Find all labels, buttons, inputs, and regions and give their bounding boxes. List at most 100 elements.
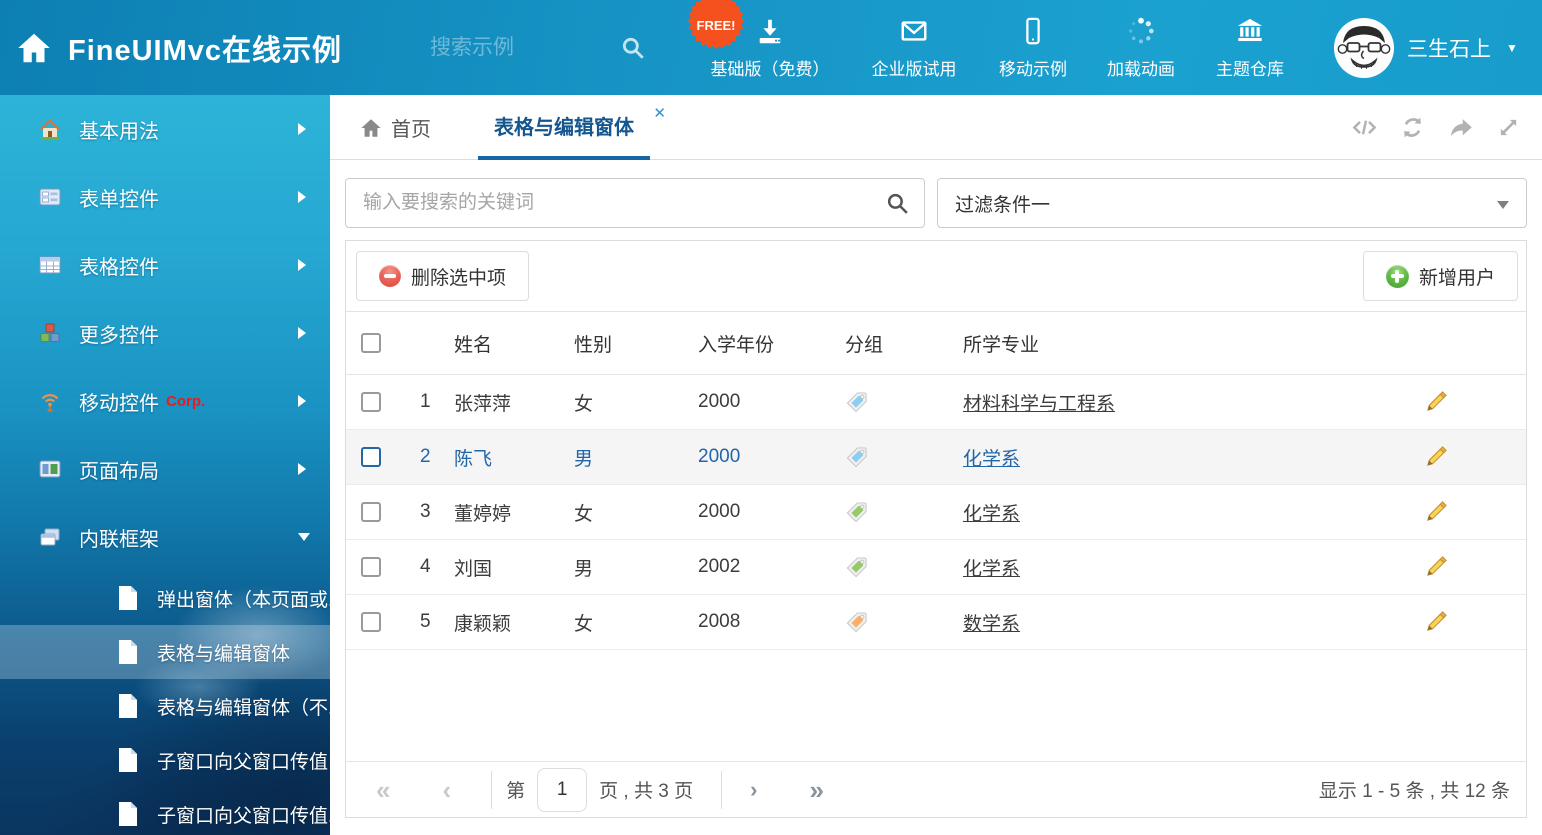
home-icon	[360, 117, 382, 139]
header-nav-theme-store[interactable]: 主题仓库	[1194, 15, 1306, 80]
delete-selected-button[interactable]: 删除选中项	[356, 251, 529, 301]
share-icon[interactable]	[1447, 114, 1474, 141]
tag-icon	[845, 446, 868, 469]
chevron-down-icon: ▼	[1506, 41, 1518, 55]
major-link[interactable]: 化学系	[963, 449, 1020, 470]
source-code-icon[interactable]	[1351, 114, 1378, 141]
expand-icon[interactable]	[1495, 114, 1522, 141]
refresh-icon[interactable]	[1399, 114, 1426, 141]
sidebar-item-basic-usage[interactable]: 基本用法	[0, 95, 330, 163]
bank-icon	[1234, 15, 1266, 47]
header-nav-mobile-demo[interactable]: 移动示例	[978, 15, 1088, 80]
edit-pencil-icon[interactable]	[1423, 609, 1449, 635]
sidebar-subitem-grid-edit-window[interactable]: 表格与编辑窗体	[0, 625, 330, 679]
row-checkbox[interactable]	[361, 502, 381, 522]
tab-bar: 首页 表格与编辑窗体 ✕	[330, 95, 1542, 160]
page-number-input[interactable]	[537, 768, 587, 812]
pagination-bar: « ‹ 第 页 , 共 3 页 › » 显示 1 - 5 条 , 共 12 条	[346, 761, 1526, 817]
antenna-icon	[38, 389, 62, 413]
row-checkbox[interactable]	[361, 447, 381, 467]
table-row[interactable]: 3 董婷婷 女 2000 化学系	[346, 485, 1526, 540]
sidebar-item-form-controls[interactable]: 表单控件	[0, 163, 330, 231]
cell-year: 2000	[686, 446, 836, 468]
sidebar-item-grid-controls[interactable]: 表格控件	[0, 231, 330, 299]
column-gender: 性别	[562, 330, 686, 357]
add-user-button[interactable]: 新增用户	[1363, 251, 1518, 301]
keyword-search-input[interactable]	[346, 179, 924, 227]
edit-pencil-icon[interactable]	[1423, 554, 1449, 580]
search-icon[interactable]	[620, 35, 646, 61]
table-icon	[38, 253, 62, 277]
keyword-search	[345, 178, 925, 228]
sidebar-item-page-layout[interactable]: 页面布局	[0, 435, 330, 503]
major-link[interactable]: 化学系	[963, 559, 1020, 580]
cell-year: 2008	[686, 611, 836, 633]
edit-pencil-icon[interactable]	[1423, 444, 1449, 470]
cell-name: 张萍萍	[442, 389, 562, 416]
sidebar: 基本用法 表单控件 表格控件 更多控件 移动控件 Corp. 页面布局	[0, 95, 330, 835]
header-nav-loading-animation[interactable]: 加载动画	[1088, 15, 1194, 80]
home-icon	[16, 30, 52, 66]
chevron-down-icon	[298, 533, 310, 541]
user-menu[interactable]: 三生石上 ▼	[1334, 0, 1518, 95]
tab-toolbar	[1351, 95, 1522, 160]
frames-icon	[38, 525, 62, 549]
first-page-button[interactable]: «	[376, 777, 390, 803]
prev-page-button[interactable]: ‹	[442, 777, 451, 803]
row-checkbox[interactable]	[361, 557, 381, 577]
tag-icon	[845, 611, 868, 634]
app-root: FineUIMvc在线示例 FREE! 基础版（免费）	[0, 0, 1542, 835]
corp-badge: Corp.	[166, 393, 205, 410]
divider	[721, 771, 722, 809]
sidebar-item-iframe[interactable]: 内联框架	[0, 503, 330, 571]
download-icon	[754, 15, 786, 47]
home-icon	[38, 117, 62, 141]
major-link[interactable]: 数学系	[963, 614, 1020, 635]
search-icon[interactable]	[885, 191, 910, 216]
sidebar-subitem-popup-window[interactable]: 弹出窗体（本页面或...	[0, 571, 330, 625]
edit-pencil-icon[interactable]	[1423, 389, 1449, 415]
page-prefix-label: 第	[506, 776, 525, 803]
sidebar-item-mobile-controls[interactable]: 移动控件 Corp.	[0, 367, 330, 435]
table-row[interactable]: 2 陈飞 男 2000 化学系	[346, 430, 1526, 485]
row-checkbox[interactable]	[361, 612, 381, 632]
sidebar-subitem-child-to-parent-2[interactable]: 子窗口向父窗口传值...	[0, 787, 330, 835]
select-all-checkbox[interactable]	[361, 333, 381, 353]
header-nav-enterprise-trial[interactable]: 企业版试用	[850, 15, 978, 80]
app-logo[interactable]: FineUIMvc在线示例	[16, 0, 342, 95]
record-summary: 显示 1 - 5 条 , 共 12 条	[1319, 776, 1510, 803]
page-count-label: 页 , 共 3 页	[599, 776, 693, 803]
header-search-input[interactable]	[430, 36, 580, 60]
mobile-icon	[1017, 15, 1049, 47]
file-icon	[118, 640, 138, 664]
sidebar-subitem-child-to-parent[interactable]: 子窗口向父窗口传值	[0, 733, 330, 787]
cell-gender: 男	[562, 444, 686, 471]
chevron-right-icon	[298, 259, 306, 271]
filter-dropdown[interactable]: 过滤条件一	[937, 178, 1527, 228]
cubes-icon	[38, 321, 62, 345]
edit-pencil-icon[interactable]	[1423, 499, 1449, 525]
major-link[interactable]: 化学系	[963, 504, 1020, 525]
sidebar-subitem-grid-edit-window-2[interactable]: 表格与编辑窗体（不...	[0, 679, 330, 733]
close-icon[interactable]: ✕	[653, 104, 666, 122]
filter-row: 过滤条件一	[345, 178, 1527, 228]
table-row[interactable]: 4 刘国 男 2002 化学系	[346, 540, 1526, 595]
table-row[interactable]: 5 康颖颖 女 2008 数学系	[346, 595, 1526, 650]
major-link[interactable]: 材料科学与工程系	[963, 394, 1115, 415]
table-row[interactable]: 1 张萍萍 女 2000 材料科学与工程系	[346, 375, 1526, 430]
plus-circle-icon	[1386, 265, 1409, 288]
tab-grid-edit-window[interactable]: 表格与编辑窗体 ✕	[478, 95, 650, 160]
cell-year: 2002	[686, 556, 836, 578]
tag-icon	[845, 501, 868, 524]
file-icon	[118, 802, 138, 826]
sidebar-item-more-controls[interactable]: 更多控件	[0, 299, 330, 367]
header-nav: 基础版（免费） 企业版试用 移动示例 加载动画	[690, 0, 1306, 95]
row-number: 1	[408, 391, 442, 413]
next-page-button[interactable]: ›	[750, 779, 757, 801]
app-title: FineUIMvc在线示例	[68, 27, 342, 69]
row-checkbox[interactable]	[361, 392, 381, 412]
last-page-button[interactable]: »	[809, 777, 823, 803]
divider	[491, 771, 492, 809]
tab-home[interactable]: 首页	[360, 95, 431, 160]
row-number: 2	[408, 446, 442, 468]
